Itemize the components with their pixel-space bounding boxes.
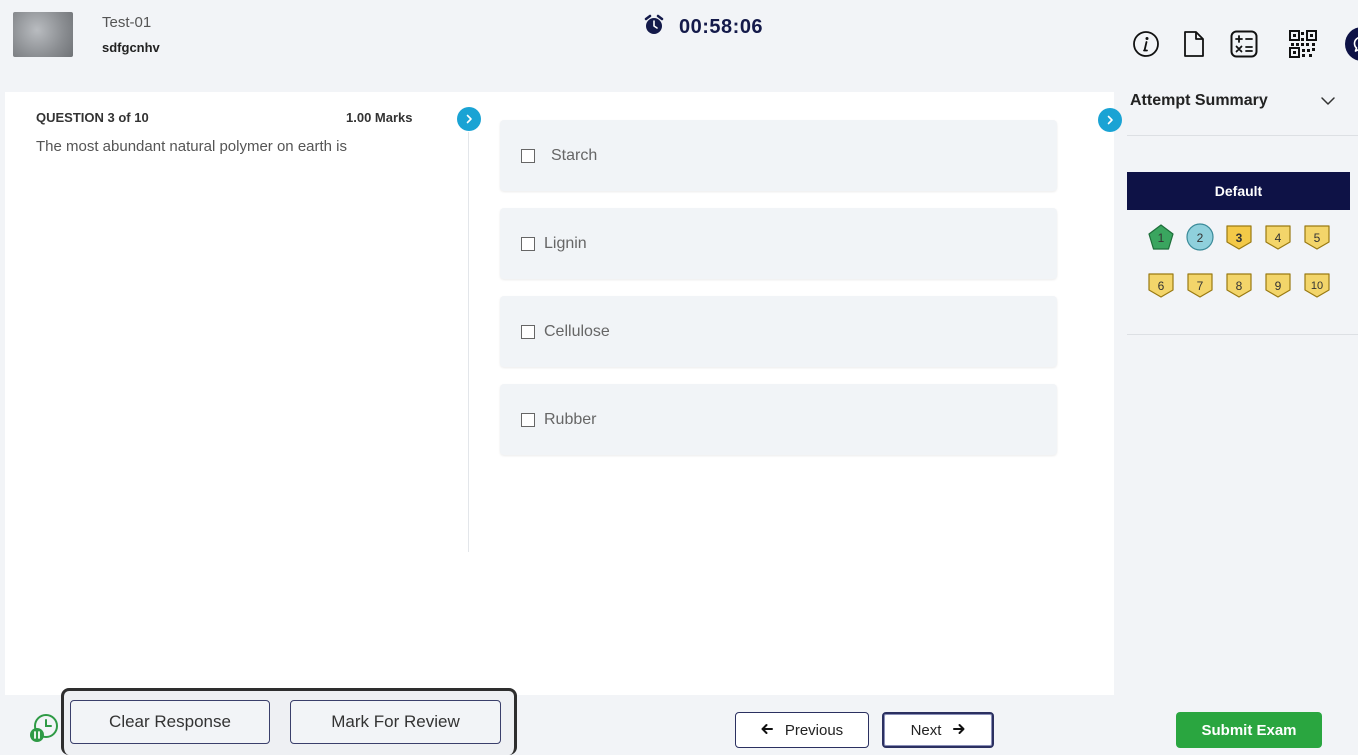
- question-panel: QUESTION 3 of 10 1.00 Marks The most abu…: [5, 92, 1114, 695]
- option-checkbox[interactable]: [521, 412, 535, 427]
- palette-question-8[interactable]: 8: [1225, 271, 1253, 299]
- timer-value: 00:58:06: [679, 16, 764, 38]
- qr-code-icon[interactable]: [1287, 28, 1319, 60]
- document-icon[interactable]: [1178, 28, 1210, 60]
- question-marks: 1.00 Marks: [346, 110, 413, 125]
- option-checkbox[interactable]: [521, 236, 535, 251]
- avatar: [13, 12, 73, 57]
- clear-response-button[interactable]: Clear Response: [70, 700, 270, 744]
- section-default-button[interactable]: Default: [1127, 172, 1350, 210]
- user-name: sdfgcnhv: [102, 40, 160, 55]
- chevron-right-icon: [1107, 115, 1113, 125]
- question-text: The most abundant natural polymer on ear…: [36, 138, 348, 155]
- palette-number: 4: [1274, 231, 1282, 245]
- option-lignin[interactable]: Lignin: [500, 208, 1057, 279]
- response-action-group: Clear Response Mark For Review: [61, 688, 517, 755]
- chevron-down-icon[interactable]: [1320, 93, 1336, 114]
- arrow-left-icon: [761, 722, 773, 739]
- palette-number: 7: [1196, 279, 1204, 293]
- next-button[interactable]: Next: [882, 712, 994, 748]
- palette-question-6[interactable]: 6: [1147, 271, 1175, 299]
- chat-icon[interactable]: [1345, 27, 1358, 61]
- calculator-icon[interactable]: [1228, 28, 1260, 60]
- sidebar-divider: [1127, 334, 1358, 335]
- palette-number: 3: [1235, 231, 1243, 245]
- previous-label: Previous: [784, 721, 844, 739]
- chevron-right-icon: [466, 114, 472, 124]
- exam-title: Test-01: [102, 14, 152, 31]
- option-label: Starch: [551, 146, 598, 164]
- exam-timer: 00:58:06: [643, 14, 763, 41]
- palette-number: 1: [1157, 231, 1165, 245]
- info-icon[interactable]: [1130, 28, 1162, 60]
- palette-number: 6: [1157, 279, 1165, 293]
- option-label: Lignin: [544, 234, 587, 252]
- palette-question-2[interactable]: 2: [1186, 223, 1214, 251]
- question-number: QUESTION 3 of 10: [36, 110, 149, 125]
- option-label: Rubber: [544, 410, 597, 428]
- palette-question-3[interactable]: 3: [1225, 223, 1253, 251]
- palette-number: 10: [1310, 280, 1324, 292]
- arrow-right-icon: [953, 722, 965, 739]
- palette-question-9[interactable]: 9: [1264, 271, 1292, 299]
- palette-question-1[interactable]: 1: [1147, 223, 1175, 251]
- alarm-clock-icon: [643, 14, 665, 41]
- option-rubber[interactable]: Rubber: [500, 384, 1057, 455]
- next-label: Next: [910, 721, 942, 739]
- expand-question-button[interactable]: [457, 107, 481, 131]
- palette-number: 8: [1235, 279, 1243, 293]
- submit-exam-button[interactable]: Submit Exam: [1176, 712, 1322, 748]
- palette-question-5[interactable]: 5: [1303, 223, 1331, 251]
- palette-number: 9: [1274, 279, 1282, 293]
- option-starch[interactable]: Starch: [500, 120, 1057, 191]
- attempt-summary-title: Attempt Summary: [1130, 92, 1268, 109]
- option-checkbox[interactable]: [521, 148, 535, 163]
- toggle-sidebar-button[interactable]: [1098, 108, 1122, 132]
- palette-number: 2: [1196, 231, 1204, 245]
- palette-question-10[interactable]: 10: [1303, 271, 1331, 299]
- palette-question-4[interactable]: 4: [1264, 223, 1292, 251]
- palette-question-7[interactable]: 7: [1186, 271, 1214, 299]
- sidebar-divider: [1127, 135, 1358, 136]
- option-label: Cellulose: [544, 322, 610, 340]
- option-checkbox[interactable]: [521, 324, 535, 339]
- panel-divider: [468, 132, 469, 552]
- previous-button[interactable]: Previous: [735, 712, 869, 748]
- legend-clock-icon[interactable]: [28, 712, 60, 749]
- mark-for-review-button[interactable]: Mark For Review: [290, 700, 501, 744]
- option-cellulose[interactable]: Cellulose: [500, 296, 1057, 367]
- header-toolbar: [1058, 27, 1358, 62]
- palette-number: 5: [1313, 231, 1321, 245]
